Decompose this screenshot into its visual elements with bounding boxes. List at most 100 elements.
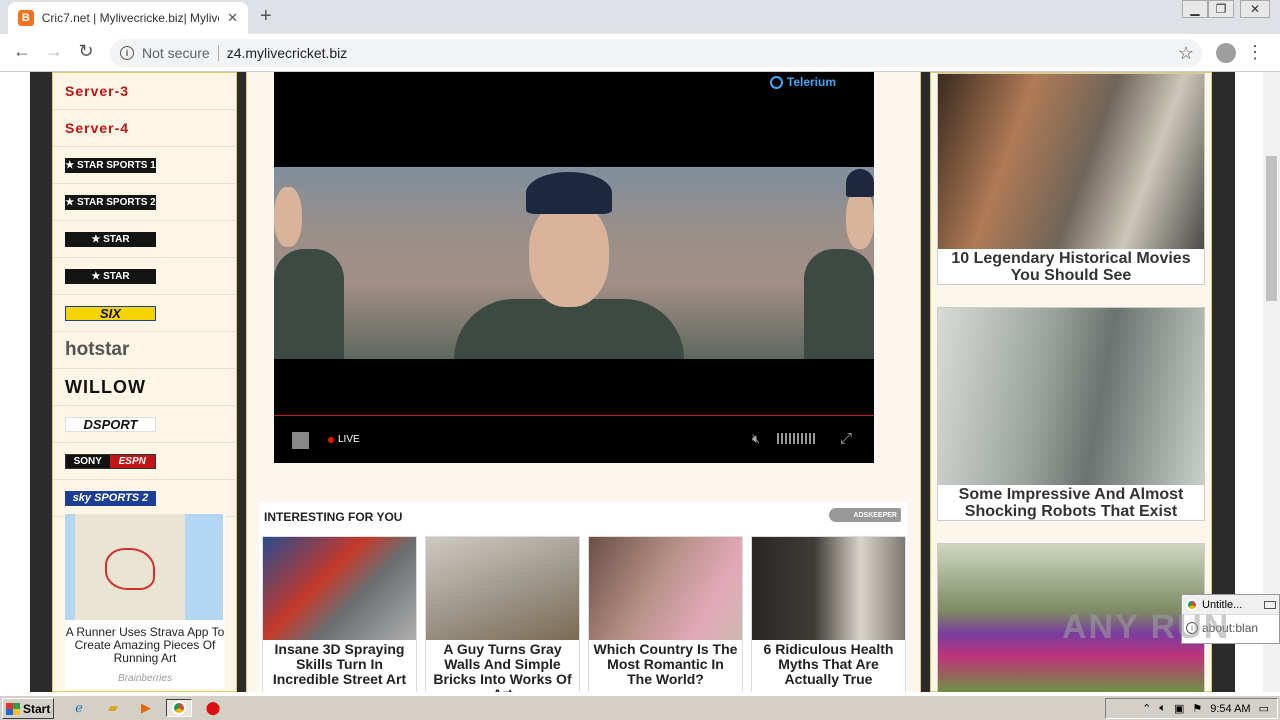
right-ad-card[interactable]: Some Impressive And Almost Shocking Robo… xyxy=(937,307,1205,521)
widget-header: INTERESTING FOR YOU xyxy=(264,510,403,524)
right-ad-column: 10 Legendary Historical Movies You Shoul… xyxy=(930,72,1212,692)
not-secure-label: Not secure xyxy=(142,45,210,61)
close-window-icon[interactable]: ✕ xyxy=(1240,0,1270,18)
profile-avatar-icon[interactable] xyxy=(1216,43,1236,63)
bookmark-star-icon[interactable]: ☆ xyxy=(1178,43,1194,64)
tab-close-icon[interactable]: ✕ xyxy=(227,10,238,26)
star-sports-hd2-logo: ★ STAR xyxy=(65,268,156,284)
telerium-icon xyxy=(769,75,783,89)
ad-card[interactable]: Insane 3D Spraying Skills Turn In Incred… xyxy=(262,536,417,692)
flag-tray-icon[interactable]: ⚑ xyxy=(1192,702,1202,715)
channel-hotstar[interactable]: hotstar xyxy=(53,332,236,369)
opera-icon[interactable]: ⬤ xyxy=(204,699,222,717)
tab-title: Cric7.net | Mylivecricke.biz| Mylivecr xyxy=(41,11,220,25)
back-icon[interactable]: ← xyxy=(10,41,34,62)
right-ad-image xyxy=(938,308,1204,485)
channel-sidebar: Server-3 Server-4 ★ STAR SPORTS 1 ★ STAR… xyxy=(52,72,237,692)
omnibox-separator xyxy=(217,45,219,61)
right-ad-card[interactable]: 10 Legendary Historical Movies You Shoul… xyxy=(937,73,1205,285)
ad-card-image xyxy=(263,537,416,640)
tray-arrow-icon[interactable]: ⌃ xyxy=(1142,702,1151,715)
live-dot-icon xyxy=(328,436,334,443)
right-ad-title: 10 Legendary Historical Movies You Shoul… xyxy=(951,250,1191,284)
sony-espn-logo: SONY ESPN xyxy=(65,453,156,469)
ad-card[interactable]: Which Country Is The Most Romantic In Th… xyxy=(588,536,743,692)
network-tray-icon[interactable]: ▣ xyxy=(1174,702,1184,715)
ad-card-title: Which Country Is The Most Romantic In Th… xyxy=(593,641,738,687)
restore-icon[interactable]: ❐ xyxy=(1208,0,1234,18)
ie-icon[interactable]: ℯ xyxy=(70,699,88,717)
chrome-taskbar-icon[interactable] xyxy=(166,699,192,717)
map-image xyxy=(65,514,223,620)
right-ad-image xyxy=(938,74,1204,249)
strava-ad-title: A Runner Uses Strava App To Create Amazi… xyxy=(65,625,225,665)
right-ad-title: Some Impressive And Almost Shocking Robo… xyxy=(958,486,1184,520)
live-indicator: LIVE xyxy=(328,434,360,445)
reload-icon[interactable]: ↻ xyxy=(74,41,98,62)
tab-strip: B Cric7.net | Mylivecricke.biz| Mylivecr… xyxy=(0,0,1280,34)
new-tab-icon[interactable]: + xyxy=(260,5,272,28)
star-sports-2-logo: ★ STAR SPORTS 2 xyxy=(65,194,156,210)
dsport-logo: DSPORT xyxy=(65,416,156,432)
ad-card-image xyxy=(752,537,905,640)
interesting-widget: INTERESTING FOR YOU ADSKEEPER Insane 3D … xyxy=(259,502,907,692)
fullscreen-icon[interactable]: ⤢ xyxy=(840,430,852,447)
ad-card-title: 6 Ridiculous Health Myths That Are Actua… xyxy=(763,641,894,687)
forward-icon[interactable]: → xyxy=(42,41,66,62)
clock[interactable]: 9:54 AM xyxy=(1210,703,1250,715)
video-frame[interactable] xyxy=(274,167,874,359)
willow-logo: WILLOW xyxy=(65,376,146,397)
media-player-icon[interactable]: ▶ xyxy=(137,699,155,717)
server-4-link[interactable]: Server-4 xyxy=(53,110,236,147)
menu-dots-icon[interactable]: ⋮ xyxy=(1246,42,1264,63)
scroll-thumb[interactable] xyxy=(1266,156,1277,301)
channel-star-sports-hd2[interactable]: ★ STAR xyxy=(53,258,236,295)
address-bar[interactable]: i Not secure z4.mylivecricket.biz xyxy=(110,39,1202,67)
progress-bar[interactable] xyxy=(274,415,874,416)
url-text[interactable]: z4.mylivecricket.biz xyxy=(227,45,348,61)
stop-icon[interactable] xyxy=(292,432,309,449)
hotstar-logo: hotstar xyxy=(65,339,130,360)
start-button[interactable]: Start xyxy=(2,698,54,719)
system-tray: ⌃ 🔈︎ ▣ ⚑ 9:54 AM ▭ xyxy=(1105,698,1278,719)
channel-star-sports-hd1[interactable]: ★ STAR xyxy=(53,221,236,258)
channel-star-sports-2[interactable]: ★ STAR SPORTS 2 xyxy=(53,184,236,221)
page-viewport: Server-3 Server-4 ★ STAR SPORTS 1 ★ STAR… xyxy=(0,72,1280,692)
ad-card[interactable]: A Guy Turns Gray Walls And Simple Bricks… xyxy=(425,536,580,692)
show-desktop-icon[interactable]: ▭ xyxy=(1259,702,1269,715)
card-list: Insane 3D Spraying Skills Turn In Incred… xyxy=(262,536,906,692)
six-logo: SIX xyxy=(65,305,156,321)
popup-minimize-icon[interactable] xyxy=(1264,600,1276,609)
channel-dsport[interactable]: DSPORT xyxy=(53,406,236,443)
main-content: Telerium LIVE 🔇︎ ⤢ INTERESTING FOR YOU A… xyxy=(246,72,921,692)
telerium-logo: Telerium xyxy=(769,75,836,89)
explorer-folder-icon[interactable]: ▰ xyxy=(104,699,122,717)
server-3-link[interactable]: Server-3 xyxy=(53,73,236,110)
ad-card-title: A Guy Turns Gray Walls And Simple Bricks… xyxy=(433,641,572,693)
mute-icon[interactable]: 🔇︎ xyxy=(752,431,760,447)
browser-toolbar: ← → ↻ i Not secure z4.mylivecricket.biz … xyxy=(0,34,1280,72)
ad-card-image xyxy=(589,537,742,640)
adskeeper-logo[interactable]: ADSKEEPER xyxy=(829,508,901,522)
minimize-icon[interactable]: ▁ xyxy=(1182,0,1208,18)
windows-logo-icon xyxy=(6,702,20,715)
channel-willow[interactable]: WILLOW xyxy=(53,369,236,406)
anyrun-watermark: ANY RUN xyxy=(1062,608,1231,646)
info-icon[interactable]: i xyxy=(120,46,134,60)
ad-card[interactable]: 6 Ridiculous Health Myths That Are Actua… xyxy=(751,536,906,692)
browser-tab[interactable]: B Cric7.net | Mylivecricke.biz| Mylivecr… xyxy=(8,2,248,34)
channel-six[interactable]: SIX xyxy=(53,295,236,332)
sky-sports-2-logo: sky SPORTS 2 xyxy=(65,490,156,506)
channel-star-sports-1[interactable]: ★ STAR SPORTS 1 xyxy=(53,147,236,184)
channel-sony-espn[interactable]: SONY ESPN xyxy=(53,443,236,480)
volume-slider[interactable] xyxy=(777,433,817,444)
brainberries-brand: Brainberries xyxy=(118,673,172,684)
strava-ad-card[interactable]: A Runner Uses Strava App To Create Amazi… xyxy=(65,514,225,689)
taskbar: Start ℯ ▰ ▶ ⬤ ⌃ 🔈︎ ▣ ⚑ 9:54 AM ▭ xyxy=(0,695,1280,720)
star-sports-hd1-logo: ★ STAR xyxy=(65,231,156,247)
blogger-favicon-icon: B xyxy=(18,10,34,26)
video-player[interactable]: Telerium LIVE 🔇︎ ⤢ xyxy=(274,72,874,463)
ad-card-image xyxy=(426,537,579,640)
volume-tray-icon[interactable]: 🔈︎ xyxy=(1159,702,1166,715)
channel-sky-sports-2[interactable]: sky SPORTS 2 xyxy=(53,480,236,517)
